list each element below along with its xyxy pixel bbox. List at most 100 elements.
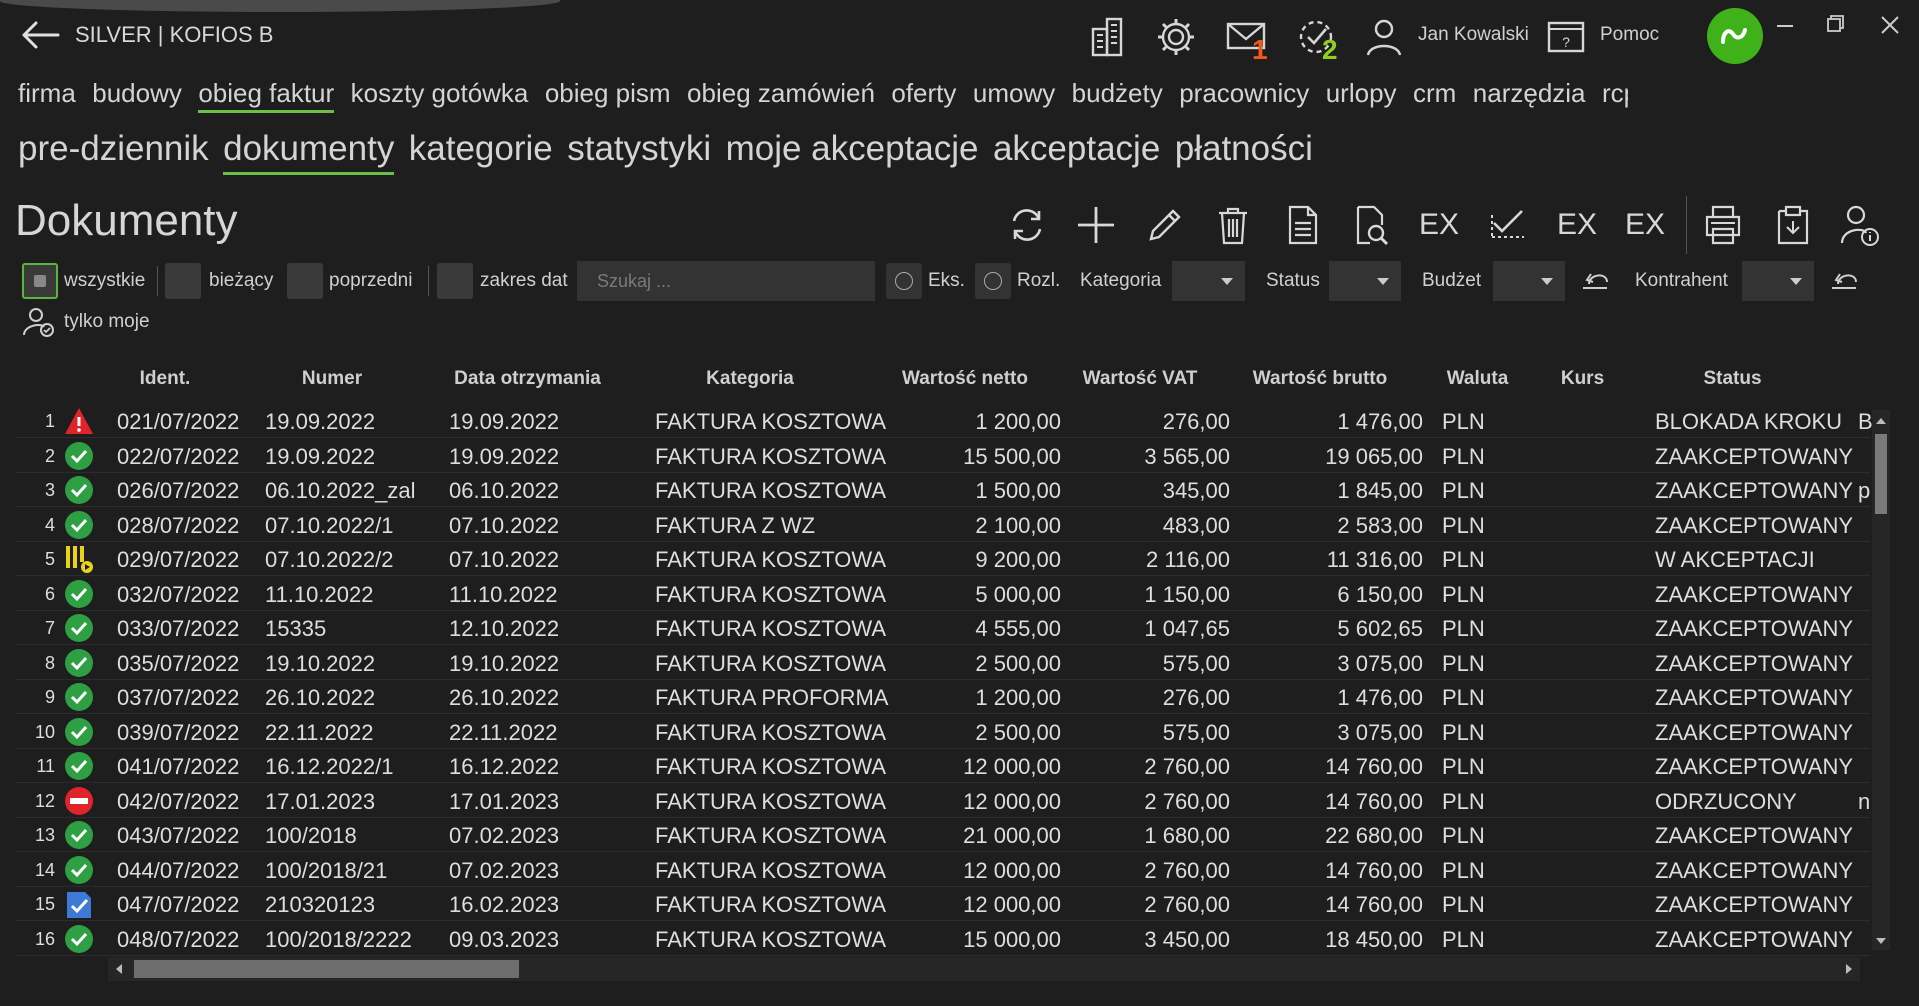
- minimize-icon[interactable]: [1765, 8, 1805, 42]
- tab-kategorie[interactable]: kategorie: [409, 124, 553, 174]
- horizontal-scroll-thumb[interactable]: [134, 960, 519, 978]
- scroll-right-icon[interactable]: [1846, 964, 1852, 974]
- scroll-down-icon[interactable]: [1876, 938, 1886, 944]
- table-row[interactable]: 5 029/07/2022 07.10.2022/2 07.10.2022 FAKTUR…: [15, 542, 1870, 576]
- horizontal-scrollbar[interactable]: [108, 957, 1860, 981]
- cell-netto: 12 000,00: [963, 857, 1061, 883]
- user-name[interactable]: Jan Kowalski: [1418, 24, 1529, 46]
- menu-item-pracownicy[interactable]: pracownicy: [1179, 74, 1309, 112]
- scroll-left-icon[interactable]: [116, 964, 122, 974]
- tab-moje-akceptacje[interactable]: moje akceptacje: [726, 124, 979, 174]
- help-label[interactable]: Pomoc: [1600, 24, 1659, 46]
- status-dropdown[interactable]: [1329, 261, 1401, 301]
- table-row[interactable]: 9 037/07/2022 26.10.2022 26.10.2022 FAKTURA …: [15, 680, 1870, 714]
- company-icon[interactable]: [1085, 15, 1129, 59]
- menu-item-budowy[interactable]: budowy: [92, 74, 182, 112]
- menu-item-koszty-gotowka[interactable]: koszty gotówka: [351, 74, 529, 112]
- column-header-status[interactable]: Status: [1650, 368, 1815, 390]
- column-header-ident[interactable]: Ident.: [115, 368, 215, 390]
- eks-radio[interactable]: [886, 263, 922, 299]
- refresh-button[interactable]: [1004, 200, 1050, 250]
- pencil-icon: [1149, 209, 1181, 241]
- column-header-brutto[interactable]: Wartość brutto: [1235, 368, 1405, 390]
- delete-button[interactable]: [1210, 200, 1256, 250]
- table-row[interactable]: 16 048/07/2022 100/2018/2222 09.03.2023 FAKT…: [15, 922, 1870, 956]
- tab-pre-dziennik[interactable]: pre-dziennik: [18, 124, 209, 174]
- help-icon[interactable]: ?: [1544, 15, 1588, 59]
- cell-vat: 2 760,00: [1144, 892, 1230, 917]
- filter-previous-checkbox[interactable]: [287, 263, 323, 299]
- column-header-vat[interactable]: Wartość VAT: [1065, 368, 1215, 390]
- menu-item-umowy[interactable]: umowy: [973, 74, 1055, 112]
- menu-item-firma[interactable]: firma: [18, 74, 76, 112]
- export-button-2[interactable]: EX: [1554, 200, 1600, 250]
- tab-akceptacje[interactable]: akceptacje: [993, 124, 1160, 174]
- column-header-kategoria[interactable]: Kategoria: [655, 368, 845, 390]
- add-button[interactable]: [1073, 200, 1119, 250]
- back-arrow-icon[interactable]: [18, 17, 62, 53]
- vertical-scrollbar[interactable]: [1872, 410, 1890, 950]
- table-row[interactable]: 15 047/07/2022 210320123 16.02.2023 FAKTURA …: [15, 887, 1870, 921]
- table-row[interactable]: 11 041/07/2022 16.12.2022/1 16.12.2022 FAKTU…: [15, 749, 1870, 783]
- export-button-3[interactable]: EX: [1622, 200, 1668, 250]
- menu-item-crm[interactable]: crm: [1413, 74, 1456, 112]
- user-info-button[interactable]: [1837, 200, 1883, 250]
- menu-item-narzedzia[interactable]: narzędzia: [1473, 74, 1586, 112]
- table-row[interactable]: 8 035/07/2022 19.10.2022 19.10.2022 FAKTURA …: [15, 646, 1870, 680]
- clipboard-button[interactable]: [1770, 200, 1816, 250]
- menu-item-obieg-pism[interactable]: obieg pism: [545, 74, 671, 112]
- only-mine-label[interactable]: tylko moje: [64, 311, 150, 333]
- vertical-scroll-thumb[interactable]: [1875, 434, 1887, 514]
- cell-brutto: 1 476,00: [1337, 685, 1423, 710]
- cell-numer: 07.10.2022/2: [265, 547, 394, 572]
- table-row[interactable]: 6 032/07/2022 11.10.2022 11.10.2022 FAKTURA …: [15, 577, 1870, 611]
- tab-statystyki[interactable]: statystyki: [567, 124, 711, 174]
- filter-all-checkbox[interactable]: [22, 263, 58, 299]
- menu-item-obieg-zamowien[interactable]: obieg zamówień: [687, 74, 875, 112]
- table-row[interactable]: 2 022/07/2022 19.09.2022 19.09.2022 FAKTURA …: [15, 439, 1870, 473]
- table-row[interactable]: 12 042/07/2022 17.01.2023 17.01.2023 FAKTURA…: [15, 784, 1870, 818]
- table-row[interactable]: 4 028/07/2022 07.10.2022/1 07.10.2022 FAKTUR…: [15, 508, 1870, 542]
- table-row[interactable]: 3 026/07/2022 06.10.2022_zal 06.10.2022 FAKT…: [15, 473, 1870, 507]
- preview-button[interactable]: [1347, 200, 1393, 250]
- cell-brutto: 14 760,00: [1325, 857, 1423, 883]
- filter-current-checkbox[interactable]: [165, 263, 201, 299]
- budget-dropdown[interactable]: [1493, 261, 1565, 301]
- contractor-reset-icon[interactable]: [1828, 264, 1862, 298]
- bulk-accept-button[interactable]: [1485, 200, 1531, 250]
- filter-date-range-checkbox[interactable]: [437, 263, 473, 299]
- table-row[interactable]: 10 039/07/2022 22.11.2022 22.11.2022 FAKTURA…: [15, 715, 1870, 749]
- contractor-dropdown[interactable]: [1742, 261, 1814, 301]
- table-row[interactable]: 14 044/07/2022 100/2018/21 07.02.2023 FAKTUR…: [15, 853, 1870, 887]
- settings-gear-icon[interactable]: [1154, 15, 1198, 59]
- scroll-up-icon[interactable]: [1876, 418, 1886, 424]
- column-header-waluta[interactable]: Waluta: [1430, 368, 1525, 390]
- budget-reset-icon[interactable]: [1579, 264, 1613, 298]
- tab-dokumenty[interactable]: dokumenty: [223, 124, 395, 175]
- table-row[interactable]: 13 043/07/2022 100/2018 07.02.2023 FAKTURA K…: [15, 818, 1870, 852]
- cell-brutto: 14 760,00: [1325, 788, 1423, 814]
- print-button[interactable]: [1700, 200, 1746, 250]
- category-dropdown[interactable]: [1172, 261, 1245, 301]
- menu-item-oferty[interactable]: oferty: [891, 74, 956, 112]
- rozl-radio[interactable]: [975, 263, 1011, 299]
- menu-item-urlopy[interactable]: urlopy: [1326, 74, 1397, 112]
- user-icon[interactable]: [1362, 15, 1406, 59]
- close-icon[interactable]: [1870, 8, 1910, 42]
- tab-platnosci[interactable]: płatności: [1175, 124, 1313, 174]
- menu-item-rcp[interactable]: rcp: [1602, 74, 1628, 112]
- table-row[interactable]: 7 033/07/2022 15335 12.10.2022 FAKTURA KOSZT…: [15, 611, 1870, 645]
- only-mine-icon[interactable]: [22, 305, 56, 339]
- search-input[interactable]: [577, 261, 875, 301]
- export-button-1[interactable]: EX: [1416, 200, 1462, 250]
- menu-item-obieg-faktur[interactable]: obieg faktur: [198, 74, 334, 113]
- copy-document-button[interactable]: [1279, 200, 1325, 250]
- column-header-netto[interactable]: Wartość netto: [880, 368, 1050, 390]
- restore-icon[interactable]: [1815, 8, 1855, 42]
- table-row[interactable]: 1 021/07/2022 19.09.2022 19.09.2022 FAKTURA …: [15, 404, 1872, 438]
- column-header-kurs[interactable]: Kurs: [1545, 368, 1620, 390]
- menu-item-budzety[interactable]: budżety: [1072, 74, 1163, 112]
- column-header-data[interactable]: Data otrzymania: [430, 368, 625, 390]
- edit-button[interactable]: [1142, 200, 1188, 250]
- column-header-numer[interactable]: Numer: [262, 368, 402, 390]
